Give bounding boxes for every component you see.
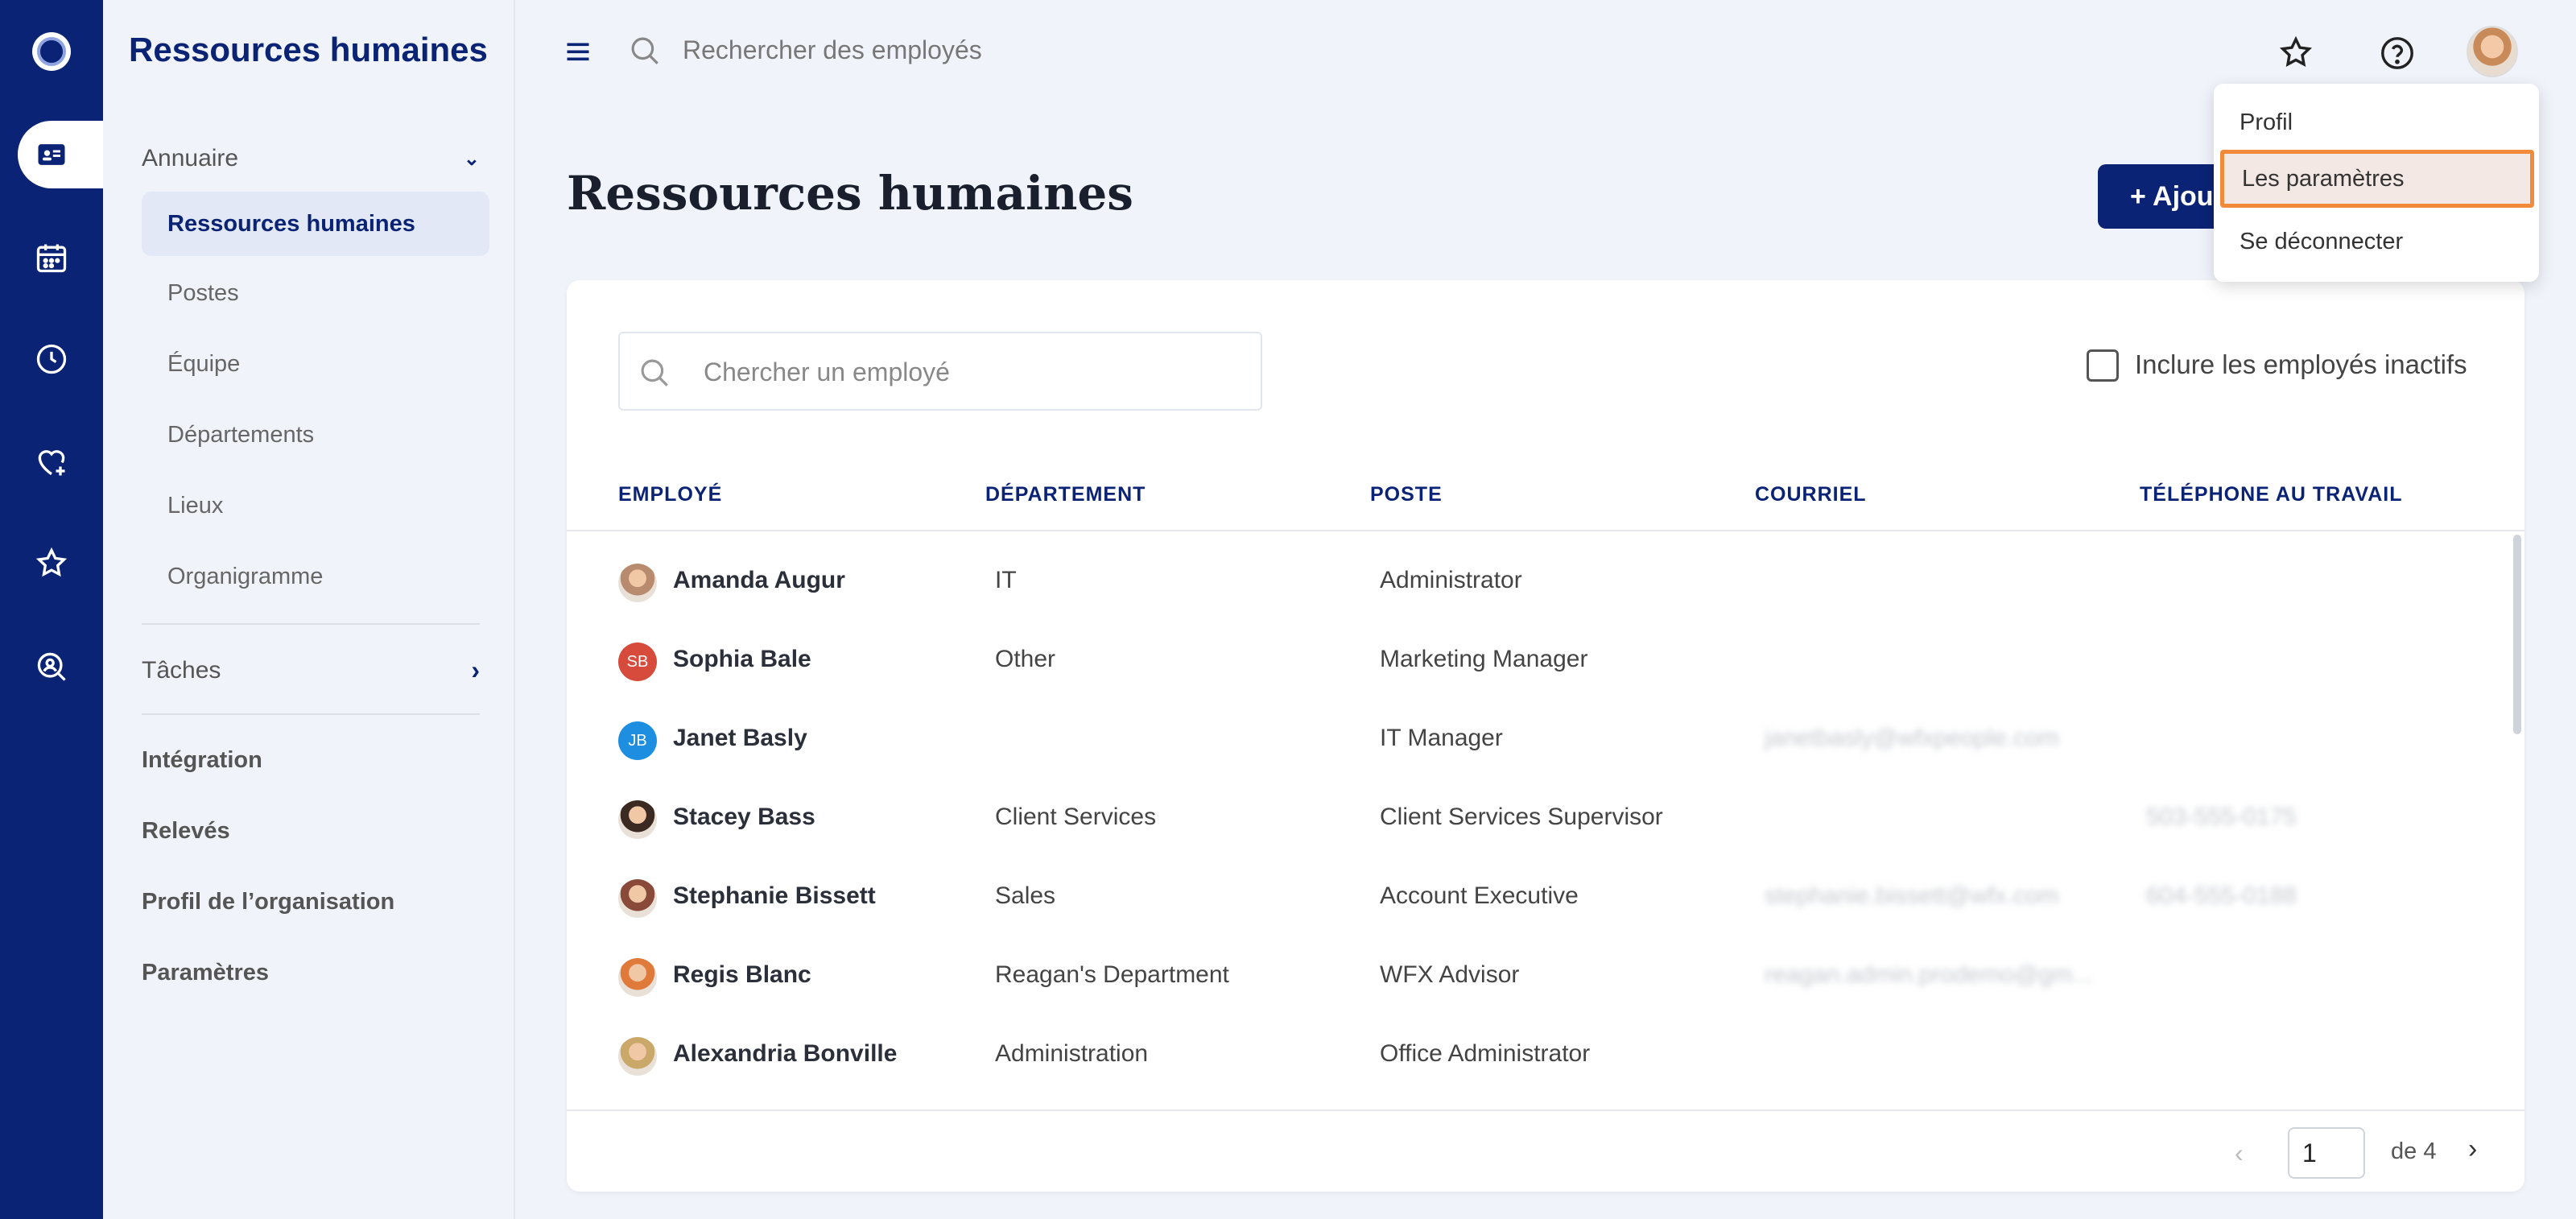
secondary-sidebar: Ressources humaines Annuaire ⌄ Ressource… [103,0,515,1219]
sidebar-item-ressources-humaines[interactable]: Ressources humaines [142,192,489,256]
calendar-icon[interactable] [32,238,71,277]
email-cell: reagan.admin.prodemo@gm... [1765,961,2093,988]
group-directory-label: Annuaire [142,145,239,171]
avatar [618,1037,657,1076]
avatar [618,564,657,602]
avatar [618,800,657,839]
employee-name[interactable]: Janet Basly [673,725,807,752]
include-inactive-label[interactable]: Inclure les employés inactifs [2135,349,2467,380]
page-number-input[interactable]: 1 [2288,1127,2365,1179]
next-page-icon[interactable]: › [2468,1134,2477,1165]
sidebar-item-parametres[interactable]: Paramètres [142,960,269,986]
position-cell: Office Administrator [1380,1040,1591,1067]
column-header-work-phone[interactable]: TÉLÉPHONE AU TRAVAIL [2140,483,2402,506]
column-header-position[interactable]: POSTE [1370,483,1443,506]
sidebar-item-organigramme[interactable]: Organigramme [142,544,489,609]
hamburger-menu-icon[interactable] [564,37,592,66]
employee-search-field[interactable]: Chercher un employé [618,332,1262,411]
avatar-initials: JB [618,721,657,760]
table-header-divider [567,530,2524,531]
search-icon [641,359,668,386]
table-row[interactable]: Stacey Bass Client Services Client Service… [567,779,2524,860]
department-cell: Sales [995,882,1056,909]
department-cell: Administration [995,1040,1149,1067]
employee-name[interactable]: Regis Blanc [673,961,811,989]
group-directory[interactable]: Annuaire ⌄ [142,145,480,172]
department-cell: Reagan's Department [995,961,1229,988]
employee-search-placeholder: Chercher un employé [704,357,950,386]
employee-name[interactable]: Stephanie Bissett [673,882,876,910]
table-scrollbar[interactable] [2513,535,2521,734]
email-cell: janetbasly@wfxpeople.com [1765,725,2059,751]
search-person-icon[interactable] [32,647,71,686]
phone-cell: 503-555-0175 [2146,804,2297,830]
star-badge-icon[interactable] [32,544,71,583]
position-cell: Administrator [1380,567,1522,593]
global-search-input[interactable]: Rechercher des employés [683,35,982,65]
group-tasks-label: Tâches [142,656,221,684]
table-row[interactable]: Amanda Augur IT Administrator [567,543,2524,623]
star-icon[interactable] [2273,31,2318,76]
table-row[interactable]: Regis Blanc Reagan's Department WFX Adviso… [567,937,2524,1018]
icon-rail [0,0,103,1219]
sidebar-item-integration[interactable]: Intégration [142,747,262,774]
sidebar-item-releves[interactable]: Relevés [142,818,230,845]
column-header-employee[interactable]: EMPLOYÉ [618,483,722,506]
sidebar-item-postes[interactable]: Postes [142,261,489,325]
employee-name[interactable]: Alexandria Bonville [673,1040,897,1068]
position-cell: Client Services Supervisor [1380,804,1663,830]
table-row[interactable]: JB Janet Basly IT Manager janetbasly@wfxpeo… [567,700,2524,781]
position-cell: Marketing Manager [1380,646,1588,672]
table-row[interactable]: Stephanie Bissett Sales Account Executive s… [567,858,2524,939]
id-card-icon[interactable] [32,135,71,174]
user-menu-dropdown: Profil Les paramètres Se déconnecter [2214,84,2539,282]
employee-table-card: Chercher un employé Inclure les employés… [567,280,2524,1192]
department-cell: Other [995,646,1056,672]
search-icon [628,34,662,72]
page-title: Ressources humaines [567,166,1133,221]
column-header-department[interactable]: DÉPARTEMENT [985,483,1146,506]
email-cell: stephanie.bissett@wfx.com [1765,882,2059,909]
help-icon[interactable] [2375,31,2420,76]
page-count-label: de 4 [2391,1138,2437,1164]
avatar-initials: SB [618,643,657,681]
user-avatar[interactable] [2467,26,2518,77]
employee-name[interactable]: Sophia Bale [673,646,811,673]
department-cell: IT [995,567,1017,593]
column-header-email[interactable]: COURRIEL [1755,483,1867,506]
group-tasks[interactable]: Tâches › [142,655,480,685]
app-logo-icon[interactable] [32,32,71,71]
sidebar-divider [142,623,480,625]
include-inactive-checkbox[interactable] [2087,349,2119,382]
position-cell: Account Executive [1380,882,1579,909]
sidebar-item-equipe[interactable]: Équipe [142,332,489,396]
menu-item-profil[interactable]: Profil [2214,93,2539,151]
sidebar-item-profil-organisation[interactable]: Profil de l’organisation [142,889,394,915]
sidebar-title: Ressources humaines [129,31,488,68]
chevron-down-icon: ⌄ [463,147,480,170]
table-footer-divider [567,1109,2524,1111]
avatar [618,958,657,997]
menu-item-parametres[interactable]: Les paramètres [2220,150,2534,208]
table-row[interactable]: Alexandria Bonville Administration Office … [567,1016,2524,1097]
clock-icon[interactable] [32,340,71,378]
avatar [618,879,657,918]
phone-cell: 604-555-0188 [2146,882,2297,909]
position-cell: IT Manager [1380,725,1503,751]
department-cell: Client Services [995,804,1157,830]
position-cell: WFX Advisor [1380,961,1520,988]
table-row[interactable]: SB Sophia Bale Other Marketing Manager [567,622,2524,702]
chevron-right-icon: › [471,655,480,684]
sidebar-item-lieux[interactable]: Lieux [142,473,489,538]
sidebar-item-departements[interactable]: Départements [142,403,489,467]
previous-page-icon[interactable]: ‹ [2235,1138,2244,1168]
employee-name[interactable]: Amanda Augur [673,567,845,594]
sidebar-divider [142,713,480,715]
employee-name[interactable]: Stacey Bass [673,804,815,831]
menu-item-se-deconnecter[interactable]: Se déconnecter [2214,213,2539,271]
heart-plus-icon[interactable] [32,443,71,481]
